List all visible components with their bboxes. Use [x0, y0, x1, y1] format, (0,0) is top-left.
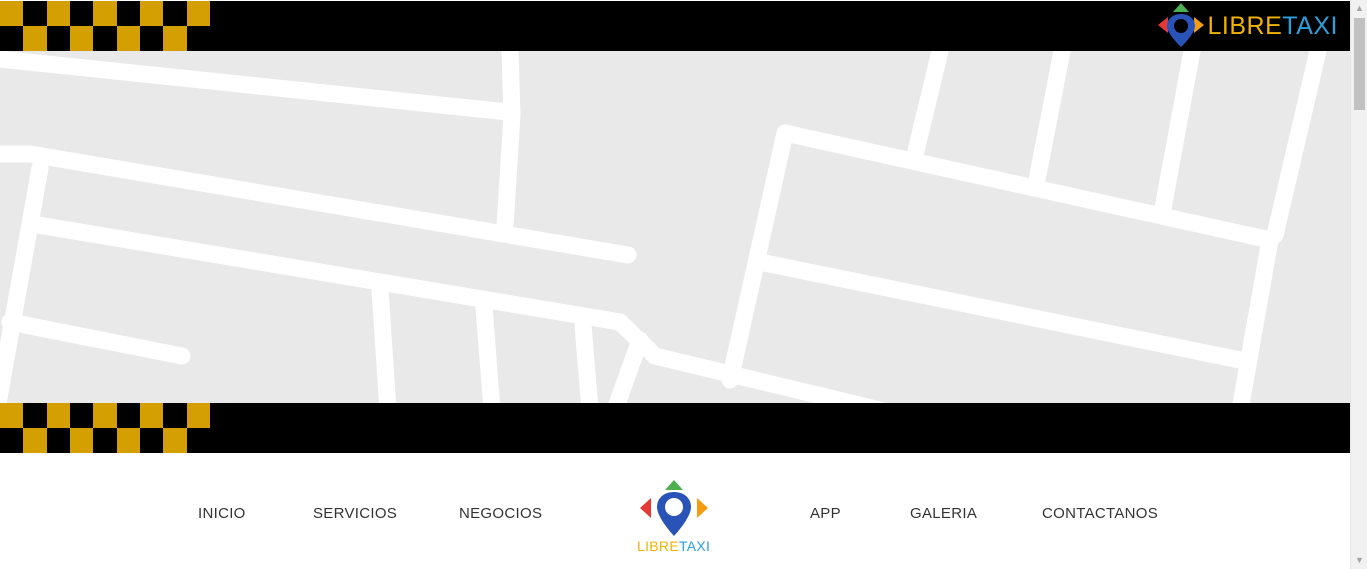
nav-logo-text: LIBRETAXI: [637, 538, 711, 554]
checker-pattern: [0, 1, 210, 51]
main-navigation: INICIO SERVICIOS NEGOCIOS LIBRETAXI APP …: [0, 453, 1350, 569]
chevron-up-icon[interactable]: ▲: [1351, 0, 1367, 17]
top-checkered-band: LIBRETAXI: [0, 1, 1350, 51]
nav-link-servicios[interactable]: SERVICIOS: [313, 505, 397, 522]
street-map-illustration: [0, 51, 1327, 403]
vertical-scrollbar[interactable]: ▲ ▼: [1350, 0, 1367, 569]
street-map-background: [0, 51, 1350, 403]
scrollbar-thumb[interactable]: [1354, 18, 1365, 110]
nav-link-inicio[interactable]: INICIO: [198, 505, 246, 522]
header-logo-text: LIBRETAXI: [1207, 11, 1338, 40]
nav-link-contactanos[interactable]: CONTACTANOS: [1042, 505, 1158, 522]
header-logo[interactable]: LIBRETAXI: [1156, 3, 1338, 49]
checker-pattern: [0, 403, 210, 453]
nav-center-logo[interactable]: LIBRETAXI: [636, 478, 712, 558]
page-viewport: LIBRETAXI INICIO SERVICIOS NEGOCIOS LIBR…: [0, 0, 1350, 569]
map-pin-compass-icon: [1157, 3, 1204, 47]
map-pin-compass-icon: [640, 480, 708, 536]
nav-link-negocios[interactable]: NEGOCIOS: [459, 505, 542, 522]
chevron-down-icon[interactable]: ▼: [1351, 552, 1367, 569]
bottom-checkered-band: [0, 403, 1350, 453]
nav-link-app[interactable]: APP: [810, 505, 841, 522]
nav-link-galeria[interactable]: GALERIA: [910, 505, 977, 522]
